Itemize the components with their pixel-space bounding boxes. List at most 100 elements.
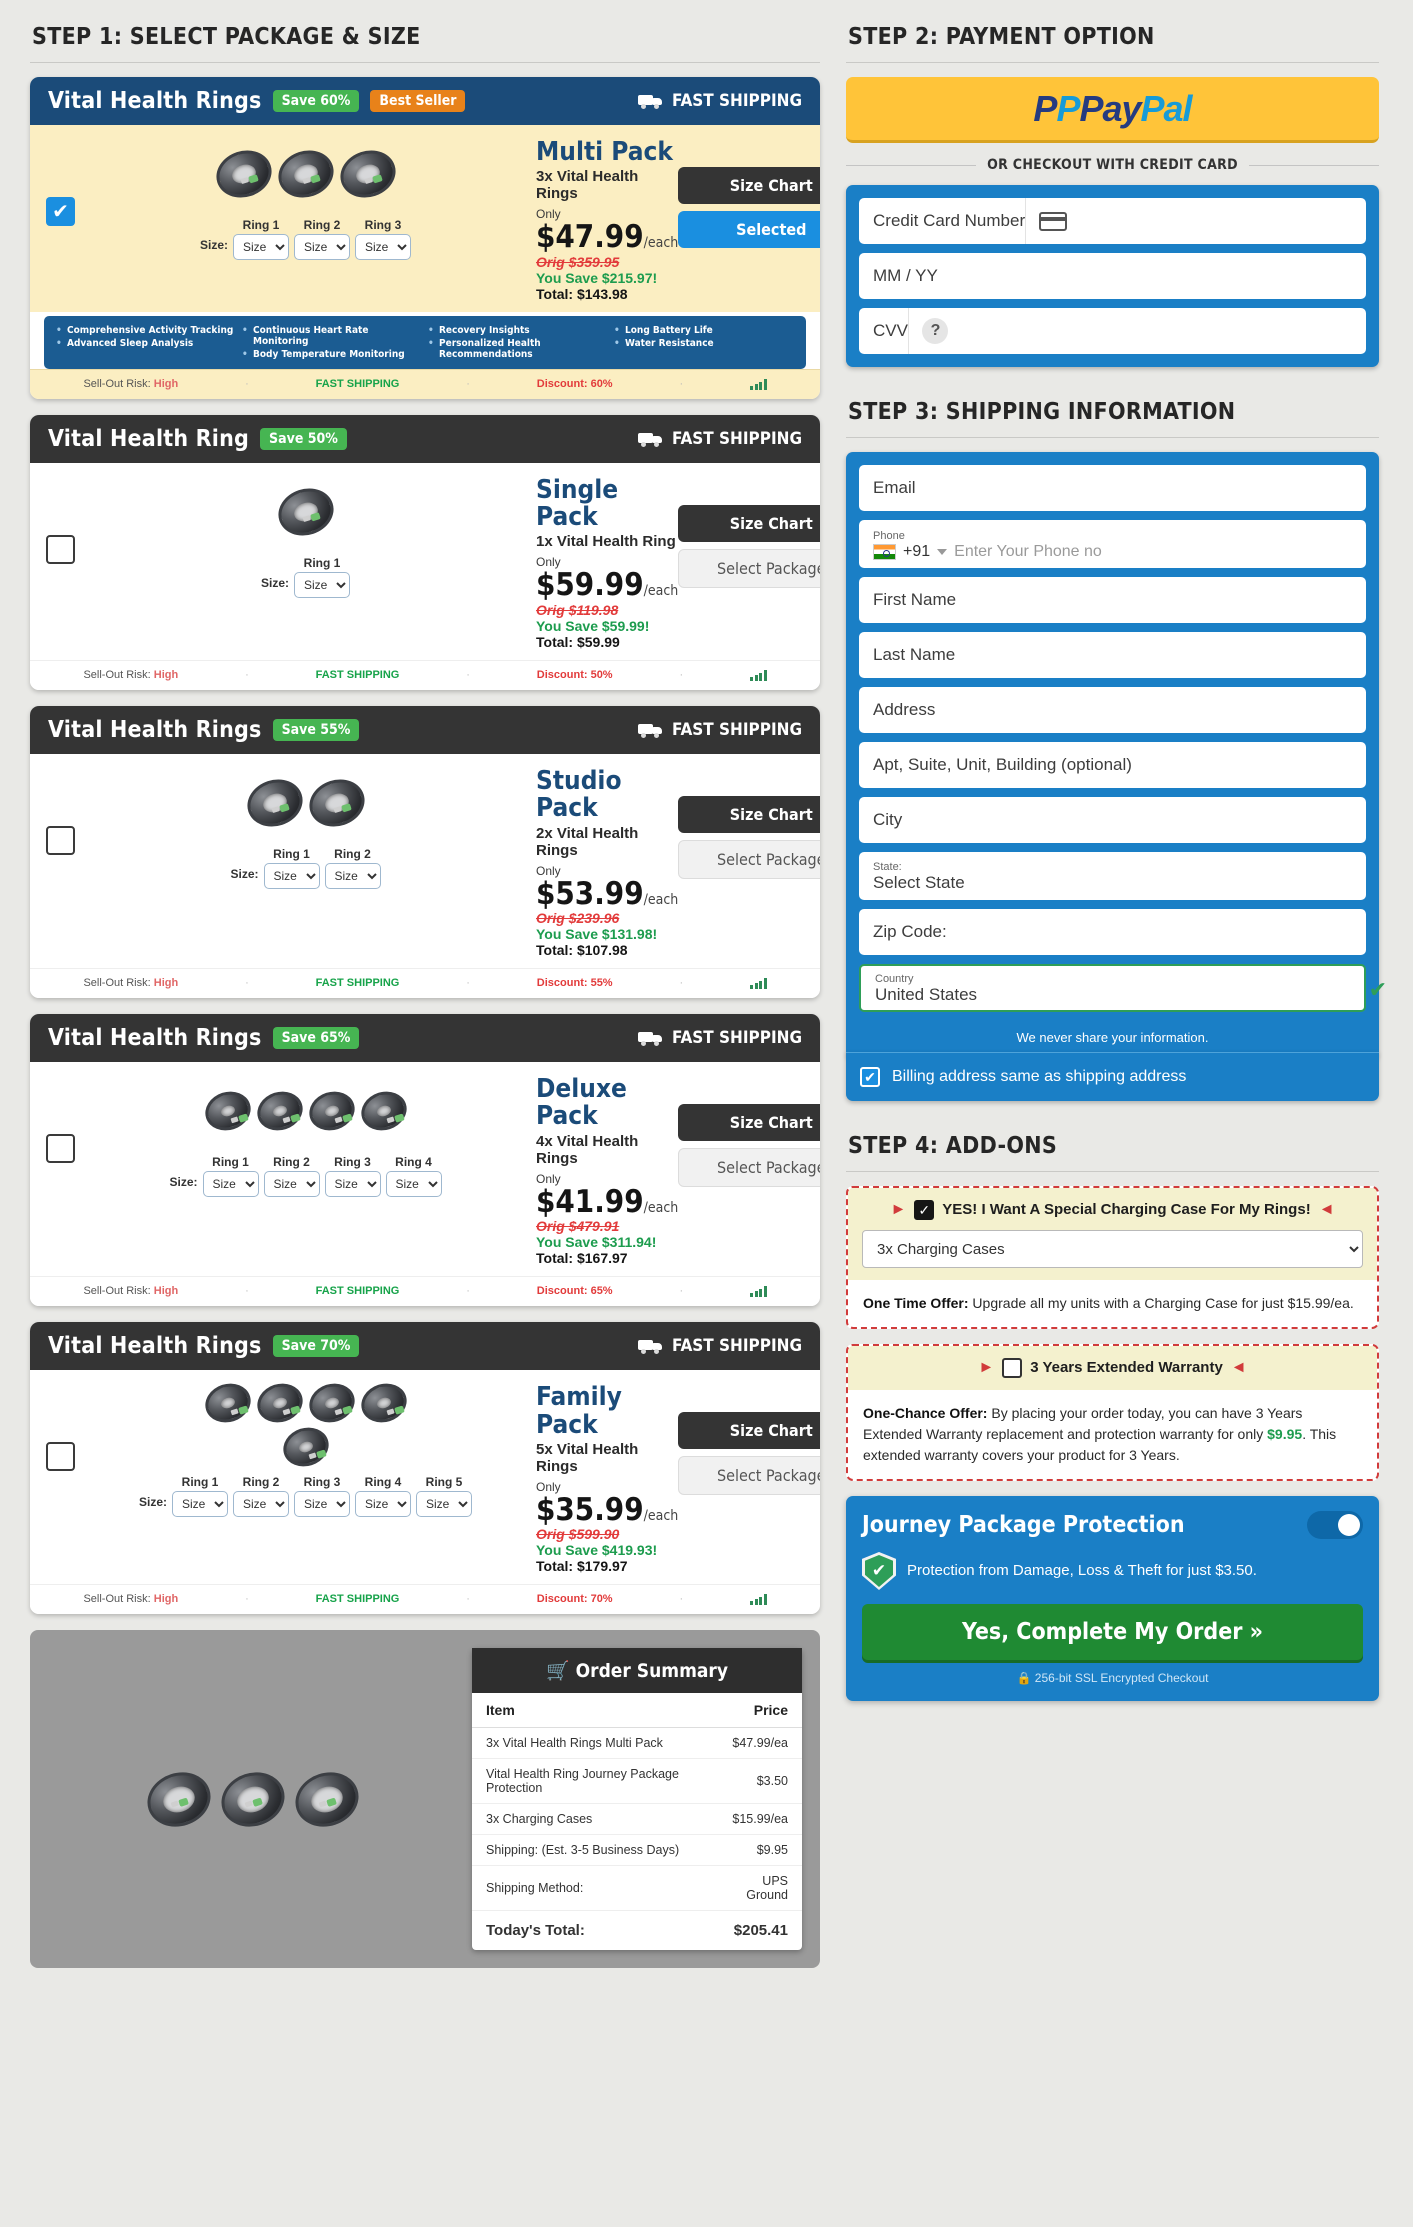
select-package-button[interactable]: Select Package — [678, 548, 820, 588]
addon-charging-case-body: One Time Offer: Upgrade all my units wit… — [848, 1280, 1377, 1327]
country-code: +91 — [903, 542, 931, 560]
signal-bars-icon — [750, 378, 767, 390]
package-card[interactable]: Vital Health Ring Save 50% FAST SHIPPING Si… — [30, 414, 820, 690]
addon-charging-case-toggle-row[interactable]: ► ✓ YES! I Want A Special Charging Case … — [862, 1200, 1363, 1220]
addon-warranty-toggle-row[interactable]: ► 3 Years Extended Warranty ◄ — [862, 1358, 1363, 1378]
package-total: Total: $59.99 — [536, 633, 620, 650]
complete-order-button[interactable]: Yes, Complete My Order » — [862, 1604, 1363, 1660]
package-card-body: Size: Ring 1 Size Single Pack 1x Vital Healt… — [30, 462, 820, 660]
size-select[interactable]: Size — [294, 571, 350, 598]
package-card[interactable]: Vital Health Rings Save 65% FAST SHIPPING S… — [30, 1014, 820, 1307]
size-chart-button[interactable]: Size Chart — [678, 1104, 820, 1142]
expiry-field[interactable]: MM / YY — [859, 253, 1366, 299]
summary-item: Shipping Method: — [472, 1865, 707, 1912]
select-package-button[interactable]: Select Package — [678, 1456, 820, 1496]
addon-charging-case-checkbox[interactable]: ✓ — [914, 1200, 935, 1220]
size-chart-button[interactable]: Size Chart — [678, 167, 820, 204]
first-name-field[interactable]: First Name — [859, 577, 1366, 623]
size-select[interactable]: Size — [416, 1491, 472, 1518]
billing-same-row[interactable]: ✔ Billing address same as shipping addre… — [846, 1052, 1379, 1101]
protection-toggle[interactable] — [1307, 1511, 1363, 1539]
city-field[interactable]: City — [859, 797, 1366, 843]
arrow-left-icon: ◄ — [1318, 1201, 1335, 1218]
package-stats-bar: Sell-Out Risk: High · FAST SHIPPING · Discou… — [30, 368, 820, 399]
size-select[interactable]: Size — [294, 1491, 350, 1518]
package-checkbox[interactable] — [46, 825, 75, 855]
charging-case-quantity-select[interactable]: 3x Charging Cases — [862, 1230, 1363, 1268]
size-select[interactable]: Size — [263, 862, 320, 889]
package-list: Vital Health Rings Save 60% Best Seller FAS… — [30, 77, 820, 1615]
size-select[interactable]: Size — [324, 1171, 381, 1198]
table-row: Shipping Method: UPS Ground — [472, 1865, 802, 1912]
ring-icon — [303, 1378, 360, 1429]
billing-same-label: Billing address same as shipping address — [892, 1068, 1187, 1085]
billing-same-checkbox[interactable]: ✔ — [860, 1067, 880, 1087]
paypal-button[interactable]: PPPayPal — [846, 77, 1379, 143]
package-card[interactable]: Vital Health Rings Save 60% Best Seller FAS… — [30, 77, 820, 399]
ring-icon — [214, 1764, 292, 1835]
separator-dot: · — [679, 377, 684, 390]
country-select[interactable]: Country United States ✔ — [859, 964, 1387, 1012]
size-select[interactable]: Size — [233, 234, 289, 260]
size-chart-button[interactable]: Size Chart — [678, 1412, 820, 1450]
ring-icon — [199, 1085, 256, 1137]
city-placeholder: City — [873, 810, 903, 829]
email-field[interactable]: Email — [859, 465, 1366, 511]
sellout-risk: Sell-Out Risk: High — [83, 377, 179, 390]
step3-heading: STEP 3: SHIPPING INFORMATION — [846, 393, 1379, 438]
credit-card-form: Credit Card Number MM / YY CVV ? — [846, 185, 1379, 367]
state-select[interactable]: State: Select State — [859, 852, 1366, 900]
package-checkbox[interactable] — [46, 1134, 75, 1164]
help-icon[interactable]: ? — [907, 308, 962, 354]
size-select[interactable]: Size — [172, 1491, 228, 1518]
size-chart-button[interactable]: Size Chart — [678, 795, 820, 833]
package-checkbox[interactable] — [46, 534, 75, 564]
package-card[interactable]: Vital Health Rings Save 70% FAST SHIPPING S… — [30, 1322, 820, 1615]
addon-warranty-checkbox[interactable] — [1002, 1358, 1023, 1378]
select-package-button[interactable]: Select Package — [678, 1148, 820, 1188]
apt-placeholder: Apt, Suite, Unit, Building (optional) — [873, 755, 1132, 774]
selected-button[interactable]: Selected — [678, 211, 820, 248]
ring-icon — [302, 772, 371, 834]
package-header-title: Vital Health Ring — [48, 425, 250, 452]
size-select[interactable]: Size — [263, 1171, 320, 1198]
size-select[interactable]: Size — [202, 1171, 259, 1198]
size-chart-button[interactable]: Size Chart — [678, 504, 820, 542]
select-package-button[interactable]: Select Package — [678, 839, 820, 879]
summary-price: $15.99/ea — [706, 1803, 802, 1836]
package-checkbox[interactable] — [46, 197, 75, 226]
size-select[interactable]: Size — [355, 1491, 411, 1518]
cvv-field[interactable]: CVV ? — [859, 308, 1366, 354]
addon-warranty-header: ► 3 Years Extended Warranty ◄ — [848, 1346, 1377, 1390]
separator-dot: · — [245, 668, 249, 681]
size-selector-1: Ring 1 Size — [172, 1475, 228, 1518]
size-selector-5: Ring 5 Size — [416, 1475, 472, 1518]
size-select[interactable]: Size — [233, 1491, 289, 1518]
addon-warranty-body: One-Chance Offer: By placing your order … — [848, 1390, 1377, 1479]
summary-total-value: $205.41 — [733, 1922, 788, 1940]
separator-dot: · — [245, 377, 249, 390]
phone-field[interactable]: Phone +91 Enter Your Phone no — [859, 520, 1366, 568]
package-checkbox[interactable] — [46, 1442, 75, 1472]
last-name-field[interactable]: Last Name — [859, 632, 1366, 678]
credit-card-number-field[interactable]: Credit Card Number — [859, 198, 1366, 244]
package-card[interactable]: Vital Health Rings Save 55% FAST SHIPPING S… — [30, 705, 820, 999]
size-select[interactable]: Size — [294, 234, 350, 260]
ring-label: Ring 1 — [303, 555, 341, 570]
size-selector-2: Ring 2 Size — [324, 847, 381, 889]
size-select[interactable]: Size — [385, 1171, 442, 1198]
addon-offer-text: Upgrade all my units with a Charging Cas… — [968, 1295, 1354, 1311]
divider-label: OR CHECKOUT WITH CREDIT CARD — [987, 157, 1238, 173]
stats-fast-shipping: FAST SHIPPING — [315, 668, 400, 681]
address-field[interactable]: Address — [859, 687, 1366, 733]
size-select[interactable]: Size — [324, 862, 381, 889]
fast-shipping-label: FAST SHIPPING — [637, 1028, 802, 1048]
chevron-down-icon[interactable] — [937, 548, 948, 555]
zip-field[interactable]: Zip Code: — [859, 909, 1366, 955]
apt-field[interactable]: Apt, Suite, Unit, Building (optional) — [859, 742, 1366, 788]
package-total: Total: $179.97 — [536, 1558, 628, 1575]
package-original-price: Orig $599.90 — [536, 1526, 620, 1543]
journey-package-protection: Journey Package Protection ✔ Protection … — [846, 1496, 1379, 1701]
package-total: Total: $107.98 — [536, 942, 628, 959]
size-select[interactable]: Size — [355, 234, 411, 260]
